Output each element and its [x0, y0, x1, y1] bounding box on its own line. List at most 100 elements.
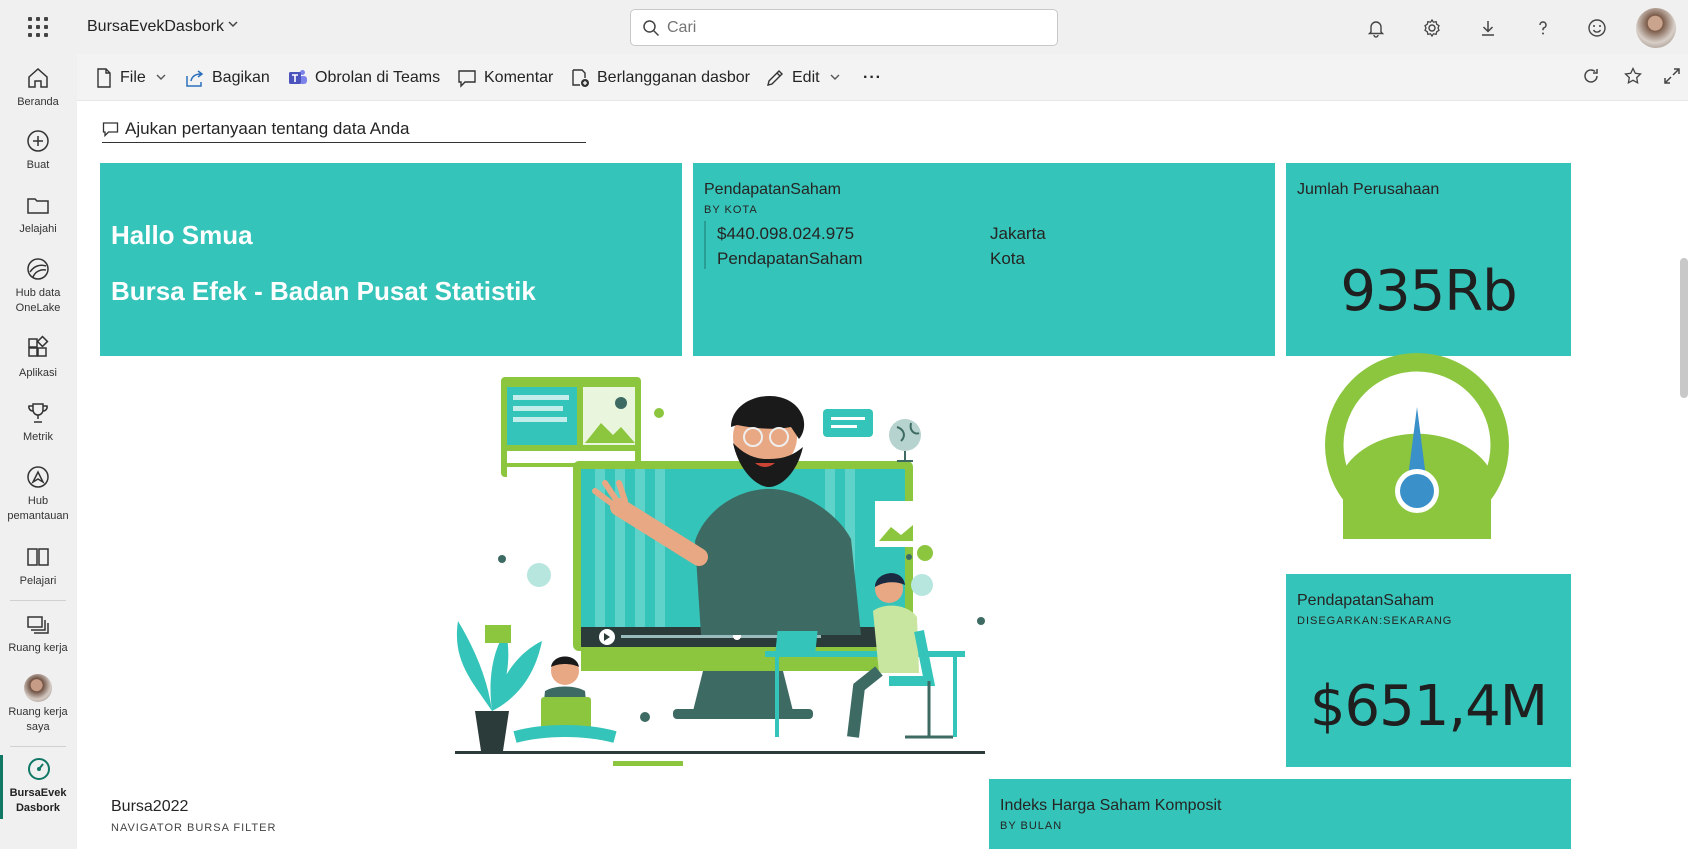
comment-button[interactable]: Komentar: [457, 66, 553, 90]
tile-pendapatan-total[interactable]: PendapatanSaham DISEGARKAN:SEKARANG $651…: [1286, 574, 1571, 767]
illustration-image[interactable]: [435, 351, 1075, 771]
teams-chat-button[interactable]: Obrolan di Teams: [288, 66, 440, 90]
hello-line1: Hallo Smua: [111, 220, 253, 250]
edit-label: Edit: [792, 69, 820, 86]
nav-onelake[interactable]: Hub data OneLake: [0, 255, 76, 316]
nav-label: Metrik: [23, 431, 53, 443]
user-avatar[interactable]: [1636, 8, 1676, 48]
dashboard-toolbar: File Bagikan Obrolan di Teams Komentar B…: [77, 54, 1688, 101]
nav-divider: [10, 746, 66, 747]
tile-title: PendapatanSaham: [1297, 592, 1434, 609]
nav-label: Buat: [26, 159, 50, 171]
monitor-icon: [27, 466, 49, 488]
comment-label: Komentar: [484, 69, 554, 86]
chevron-down-icon[interactable]: [226, 17, 240, 34]
comment-icon: [458, 70, 476, 88]
tile-ihsg[interactable]: Indeks Harga Saham Komposit BY BULAN: [989, 779, 1571, 849]
nav-metrik[interactable]: Metrik: [0, 399, 76, 445]
nav-label: Beranda: [17, 96, 59, 108]
tile-title: Indeks Harga Saham Komposit: [1000, 797, 1222, 814]
left-navigation: Beranda Buat Jelajahi Hub data OneLake A…: [0, 54, 76, 849]
star-icon[interactable]: [1622, 66, 1644, 89]
dashboard-canvas: Ajukan pertanyaan tentang data Anda Hall…: [77, 101, 1688, 849]
comment-icon: [102, 121, 119, 137]
teams-label: Obrolan di Teams: [315, 69, 441, 86]
tile-title: PendapatanSaham: [704, 181, 841, 198]
nav-label: Aplikasi: [19, 367, 57, 379]
nav-ruang-kerja[interactable]: Ruang kerja: [0, 610, 76, 656]
tile-subtitle: BY KOTA: [704, 204, 758, 216]
nav-bursaevekdasbork[interactable]: BursaEvekDasbork: [0, 755, 76, 819]
waffle-icon[interactable]: [28, 17, 48, 37]
vertical-scrollbar[interactable]: [1680, 258, 1688, 398]
tile-subtitle: DISEGARKAN:SEKARANG: [1297, 615, 1453, 627]
search-box[interactable]: [630, 9, 1058, 46]
smiley-icon[interactable]: [1585, 16, 1609, 40]
city-cell: Jakarta: [990, 224, 1046, 243]
nav-jelajahi[interactable]: Jelajahi: [0, 191, 76, 237]
tile-hello[interactable]: Hallo Smua Bursa Efek - Badan Pusat Stat…: [100, 163, 682, 356]
nav-label: Ruang kerja saya: [8, 706, 68, 733]
chevron-down-icon: [829, 71, 848, 86]
tile-bursa2022-title[interactable]: Bursa2022: [111, 798, 188, 816]
value-label: PendapatanSaham: [717, 249, 863, 268]
trophy-icon: [28, 403, 48, 423]
onelake-icon: [27, 258, 49, 280]
share-label: Bagikan: [212, 69, 270, 86]
edit-icon: [767, 70, 783, 86]
edit-menu[interactable]: Edit: [765, 66, 848, 90]
search-icon: [643, 20, 660, 37]
help-icon[interactable]: [1531, 16, 1555, 40]
download-icon[interactable]: [1476, 16, 1500, 40]
nav-buat[interactable]: Buat: [0, 127, 76, 173]
subscribe-label: Berlangganan dasbor: [597, 69, 751, 86]
kpi-value: $651,4M: [1309, 674, 1548, 739]
workspace-avatar: [24, 674, 52, 702]
more-options-button[interactable]: ···: [863, 66, 882, 90]
app-title[interactable]: BursaEvekDasbork: [87, 18, 224, 36]
nav-beranda[interactable]: Beranda: [0, 64, 76, 110]
workspaces-icon: [27, 616, 49, 634]
file-icon: [97, 68, 111, 88]
nav-label: BursaEvekDasbork: [9, 787, 67, 814]
tile-subtitle: BY BULAN: [1000, 820, 1063, 832]
teams-icon: [289, 70, 307, 84]
tile-gauge-image[interactable]: [1323, 351, 1511, 541]
tile-jumlah-perusahaan[interactable]: Jumlah Perusahaan 935Rb: [1286, 163, 1571, 356]
value-cell: $440.098.024.975: [717, 224, 855, 243]
share-button[interactable]: Bagikan: [185, 66, 270, 90]
nav-label: Jelajahi: [19, 223, 57, 235]
gauge-icon: [28, 758, 50, 780]
bell-icon[interactable]: [1364, 16, 1388, 40]
search-input[interactable]: [667, 18, 1047, 38]
nav-label: Hub data OneLake: [15, 287, 61, 314]
file-label: File: [120, 69, 146, 86]
qna-placeholder: Ajukan pertanyaan tentang data Anda: [125, 119, 410, 138]
qna-box[interactable]: Ajukan pertanyaan tentang data Anda: [102, 116, 586, 143]
chevron-down-icon: [155, 71, 174, 86]
nav-hub-pemantauan[interactable]: Hub pemantauan: [0, 463, 76, 524]
nav-label: Ruang kerja: [8, 642, 68, 654]
city-label: Kota: [990, 249, 1025, 268]
refresh-icon[interactable]: [1580, 67, 1602, 89]
share-icon: [186, 70, 204, 87]
subscribe-icon: [572, 69, 589, 87]
nav-label: Pelajari: [19, 575, 57, 587]
plus-icon: [27, 130, 49, 152]
subscribe-button[interactable]: Berlangganan dasbor: [570, 66, 750, 90]
home-icon: [28, 67, 48, 88]
gear-icon[interactable]: [1420, 16, 1444, 40]
nav-label: Hub pemantauan: [7, 495, 69, 522]
fullscreen-icon[interactable]: [1661, 67, 1683, 89]
nav-ruang-kerja-saya[interactable]: Ruang kerja saya: [0, 674, 76, 735]
kpi-value: 935Rb: [1340, 259, 1517, 324]
tile-title: Jumlah Perusahaan: [1297, 181, 1440, 198]
top-header: BursaEvekDasbork: [0, 0, 1688, 54]
tile-bursa2022-subtitle: NAVIGATOR BURSA FILTER: [111, 822, 277, 834]
nav-divider: [10, 600, 66, 601]
tile-pendapatan-kota[interactable]: PendapatanSaham BY KOTA $440.098.024.975…: [693, 163, 1275, 356]
file-menu[interactable]: File: [95, 66, 174, 90]
book-icon: [27, 548, 49, 566]
nav-aplikasi[interactable]: Aplikasi: [0, 335, 76, 381]
nav-pelajari[interactable]: Pelajari: [0, 543, 76, 589]
